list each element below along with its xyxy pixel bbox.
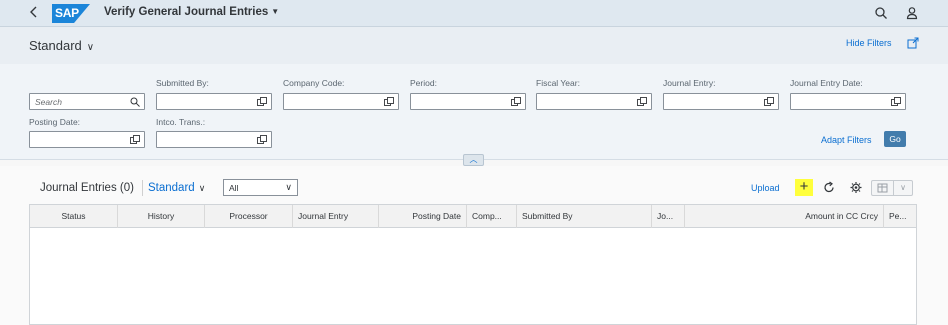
column-header-period[interactable]: Pe... <box>884 205 916 228</box>
caret-down-icon: ▼ <box>271 7 280 16</box>
intco-trans-label: Intco. Trans.: <box>156 117 206 127</box>
value-help-icon[interactable] <box>130 135 140 144</box>
toolbar-separator <box>142 180 143 196</box>
value-help-icon[interactable] <box>384 97 394 106</box>
collapse-header-button[interactable]: ︿ <box>463 154 484 166</box>
app-title: Verify General Journal Entries <box>104 6 269 18</box>
journal-entry-date-label: Journal Entry Date: <box>790 78 863 88</box>
submitted-by-field[interactable] <box>156 93 272 110</box>
sap-logo[interactable]: SAP <box>52 4 90 23</box>
intco-trans-field[interactable] <box>156 131 272 148</box>
back-button[interactable] <box>26 5 42 21</box>
table-header-row: Status History Processor Journal Entry P… <box>30 205 916 228</box>
journal-entry-field[interactable] <box>663 93 779 110</box>
go-button[interactable]: Go <box>884 131 906 147</box>
share-icon[interactable] <box>907 37 919 49</box>
add-button[interactable]: + <box>795 179 813 196</box>
table-title: Journal Entries (0) <box>40 182 134 194</box>
value-help-icon[interactable] <box>257 135 267 144</box>
page-header: Standard ∨ Hide Filters <box>0 27 948 64</box>
filter-bar: Search Submitted By: Company Code: Perio… <box>0 64 948 160</box>
period-label: Period: <box>410 78 437 88</box>
shell-bar: SAP Verify General Journal Entries ▼ <box>0 0 948 27</box>
column-header-journal[interactable]: Jo... <box>652 205 685 228</box>
value-help-icon[interactable] <box>891 97 901 106</box>
column-header-history[interactable]: History <box>118 205 205 228</box>
fiscal-year-field[interactable] <box>536 93 652 110</box>
column-header-journal-entry[interactable]: Journal Entry <box>293 205 379 228</box>
value-help-icon[interactable] <box>511 97 521 106</box>
chevron-up-icon: ︿ <box>469 155 478 164</box>
user-icon[interactable] <box>905 6 919 20</box>
search-placeholder: Search <box>35 97 62 107</box>
company-code-field[interactable] <box>283 93 399 110</box>
journal-entry-date-field[interactable] <box>790 93 906 110</box>
hide-filters-link[interactable]: Hide Filters <box>846 38 892 48</box>
fiscal-year-label: Fiscal Year: <box>536 78 580 88</box>
column-header-processor[interactable]: Processor <box>205 205 293 228</box>
status-select[interactable]: All ∨ <box>223 179 298 196</box>
column-header-amount[interactable]: Amount in CC Crcy <box>685 205 884 228</box>
plus-icon: + <box>799 178 809 195</box>
chevron-down-icon: ∨ <box>900 183 906 192</box>
app-title-menu[interactable]: Verify General Journal Entries ▼ <box>104 6 279 18</box>
export-spreadsheet-icon <box>877 183 888 193</box>
value-help-icon[interactable] <box>764 97 774 106</box>
journal-entry-label: Journal Entry: <box>663 78 716 88</box>
column-header-company-code[interactable]: Comp... <box>467 205 517 228</box>
export-dropdown-button[interactable]: ∨ <box>894 180 913 196</box>
export-button[interactable] <box>871 180 894 196</box>
column-header-posting-date[interactable]: Posting Date <box>379 205 467 228</box>
adapt-filters-link[interactable]: Adapt Filters <box>821 135 872 145</box>
table-variant-selector[interactable]: Standard ∨ <box>148 182 205 194</box>
search-icon[interactable] <box>130 97 140 107</box>
search-input[interactable]: Search <box>29 93 145 110</box>
column-header-status[interactable]: Status <box>30 205 118 228</box>
value-help-icon[interactable] <box>637 97 647 106</box>
posting-date-field[interactable] <box>29 131 145 148</box>
status-select-value: All <box>229 183 239 193</box>
settings-gear-icon[interactable] <box>850 181 862 194</box>
table-variant-label: Standard <box>148 182 195 194</box>
refresh-icon[interactable] <box>823 181 835 194</box>
value-help-icon[interactable] <box>257 97 267 106</box>
upload-button[interactable]: Upload <box>751 183 780 193</box>
period-field[interactable] <box>410 93 526 110</box>
sap-logo-text: SAP <box>55 6 79 20</box>
posting-date-label: Posting Date: <box>29 117 81 127</box>
submitted-by-label: Submitted By: <box>156 78 209 88</box>
column-header-submitted-by[interactable]: Submitted By <box>517 205 652 228</box>
variant-selector[interactable]: Standard ∨ <box>29 38 94 53</box>
company-code-label: Company Code: <box>283 78 345 88</box>
journal-entries-table: Status History Processor Journal Entry P… <box>29 204 917 325</box>
chevron-down-icon: ∨ <box>86 42 95 53</box>
search-icon[interactable] <box>874 6 888 20</box>
chevron-left-icon <box>30 6 37 18</box>
chevron-down-icon: ∨ <box>285 182 292 192</box>
chevron-down-icon: ∨ <box>198 183 206 193</box>
variant-label: Standard <box>29 38 82 53</box>
